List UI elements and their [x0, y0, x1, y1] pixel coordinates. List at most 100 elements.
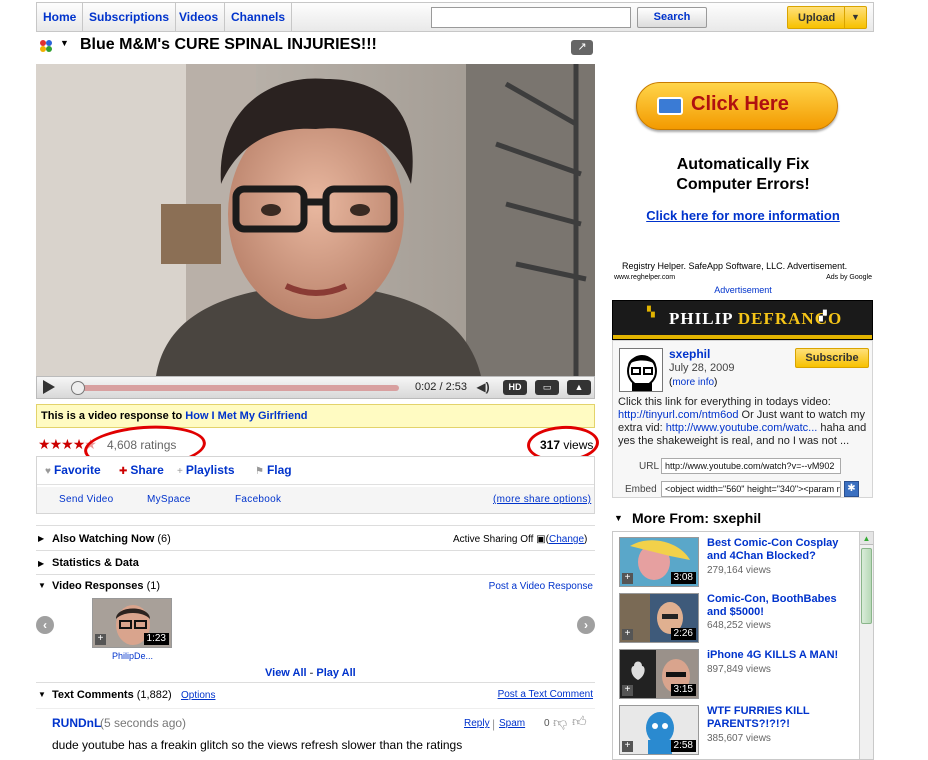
myspace-link[interactable]: MySpace: [147, 494, 191, 505]
spam-link[interactable]: Spam: [499, 718, 525, 729]
post-text-comment-link[interactable]: Post a Text Comment: [498, 689, 593, 700]
ad-more-info-link[interactable]: Click here for more information: [612, 208, 874, 223]
subscribe-button[interactable]: Subscribe: [795, 348, 869, 368]
response-link[interactable]: How I Met My Girlfriend: [185, 410, 307, 422]
star-icon[interactable]: ★: [61, 436, 74, 452]
add-to-quicklist-icon[interactable]: +: [622, 685, 633, 696]
expand-arrow-icon[interactable]: ▶: [38, 559, 44, 568]
scroll-up-icon[interactable]: ▲: [860, 532, 873, 545]
also-watching-section[interactable]: ▶ Also Watching Now (6) Active Sharing O…: [36, 525, 595, 550]
reply-link[interactable]: Reply: [464, 718, 490, 729]
playlists-tab[interactable]: + Playlists: [177, 463, 235, 477]
advertisement-label: Advertisement: [714, 285, 772, 295]
star-icon[interactable]: ★: [38, 436, 51, 452]
video-title-link[interactable]: Comic-Con, BoothBabes and $5000!: [707, 593, 852, 619]
video-title-link[interactable]: WTF FURRIES KILL PARENTS?!?!?!: [707, 705, 852, 731]
next-arrow-icon[interactable]: ›: [577, 616, 595, 634]
channel-username-link[interactable]: sxephil: [669, 347, 710, 361]
share-tab[interactable]: ✚ Share: [119, 463, 164, 477]
view-all-link[interactable]: View All: [265, 667, 307, 679]
video-player[interactable]: [36, 64, 595, 376]
comment-score: 0: [544, 718, 550, 729]
video-title-link[interactable]: iPhone 4G KILLS A MAN!: [707, 649, 852, 662]
scrollbar[interactable]: ▲: [859, 532, 873, 759]
nav-home[interactable]: Home: [37, 3, 84, 31]
description-link[interactable]: http://tinyurl.com/ntm6od: [618, 409, 738, 421]
video-thumbnail[interactable]: + 2:58: [619, 705, 699, 755]
list-item[interactable]: + 3:15 iPhone 4G KILLS A MAN! 897,849 vi…: [613, 646, 858, 702]
collapse-arrow-icon[interactable]: ▼: [38, 690, 46, 699]
nav-channels[interactable]: Channels: [225, 3, 293, 31]
search-button[interactable]: Search: [637, 7, 707, 28]
add-to-quicklist-icon[interactable]: +: [622, 741, 633, 752]
quicklist-icon[interactable]: [39, 39, 53, 53]
fullscreen-icon[interactable]: ▲: [567, 380, 591, 395]
description-link[interactable]: http://www.youtube.com/watc...: [666, 422, 818, 434]
flag-tab[interactable]: ⚑ Flag: [255, 463, 292, 477]
video-thumbnail[interactable]: + 3:08: [619, 537, 699, 587]
avatar[interactable]: [619, 348, 663, 392]
change-link[interactable]: Change: [549, 534, 584, 545]
ads-by-google[interactable]: Ads by Google: [826, 274, 872, 281]
chevron-down-icon[interactable]: ▼: [844, 7, 866, 28]
scrollbar-thumb[interactable]: [861, 548, 872, 624]
expand-arrow-icon[interactable]: ▶: [38, 534, 44, 543]
add-to-quicklist-icon[interactable]: +: [95, 634, 106, 645]
more-from-list: + 3:08 Best Comic-Con Cosplay and 4Chan …: [612, 531, 874, 760]
sidebar-ad[interactable]: Click Here Automatically Fix Computer Er…: [612, 64, 874, 298]
channel-banner[interactable]: ▚ PHILIP DEFRANCO ▞: [612, 300, 873, 340]
ad-headline-2: Computer Errors!: [676, 176, 810, 193]
star-icon[interactable]: ★: [50, 436, 63, 452]
caret-down-icon[interactable]: ▼: [60, 38, 69, 48]
more-share-options-link[interactable]: (more share options): [493, 494, 591, 505]
url-field[interactable]: http://www.youtube.com/watch?v=--vM902: [661, 458, 841, 474]
options-link[interactable]: Options: [181, 690, 215, 701]
collapse-arrow-icon[interactable]: ▼: [38, 581, 46, 590]
nav-subscriptions[interactable]: Subscriptions: [83, 3, 177, 31]
video-title-link[interactable]: Best Comic-Con Cosplay and 4Chan Blocked…: [707, 537, 852, 563]
add-to-quicklist-icon[interactable]: +: [622, 573, 633, 584]
thumbs-down-icon[interactable]: 👎︎: [553, 714, 567, 731]
gear-icon[interactable]: ✱: [844, 481, 859, 497]
favorite-tab[interactable]: ♥ Favorite: [45, 463, 101, 477]
play-all-link[interactable]: Play All: [316, 667, 355, 679]
post-video-response-link[interactable]: Post a Video Response: [489, 581, 593, 592]
embed-field[interactable]: <object width="560" height="340"><param …: [661, 481, 841, 497]
response-author-link[interactable]: PhilipDe...: [112, 651, 153, 661]
channel-info-box: sxephil July 28, 2009 (more info) Subscr…: [612, 340, 873, 498]
star-icon[interactable]: ★: [73, 436, 86, 452]
collapse-arrow-icon[interactable]: ▼: [614, 513, 623, 523]
popout-icon[interactable]: ↗: [571, 40, 593, 55]
video-thumbnail[interactable]: + 3:15: [619, 649, 699, 699]
more-info-wrap: (more info): [669, 377, 718, 388]
comment-author-link[interactable]: RUNDnL: [52, 716, 101, 730]
section-title: Also Watching Now (6): [52, 533, 171, 545]
send-video-link[interactable]: Send Video: [59, 494, 114, 505]
search-input[interactable]: [431, 7, 631, 28]
banner-name: PHILIP DEFRANCO: [669, 309, 843, 328]
wide-screen-icon[interactable]: ▭: [535, 380, 559, 395]
video-title: Blue M&M's CURE SPINAL INJURIES!!!: [80, 36, 377, 53]
hd-button[interactable]: HD: [503, 380, 527, 395]
click-here-button[interactable]: Click Here: [636, 82, 838, 130]
volume-icon[interactable]: ◀︎): [473, 380, 493, 395]
nav-videos[interactable]: Videos: [173, 3, 226, 31]
statistics-section[interactable]: ▶ Statistics & Data: [36, 550, 595, 574]
more-info-link[interactable]: more info: [672, 377, 714, 388]
list-item[interactable]: + 2:26 Comic-Con, BoothBabes and $5000! …: [613, 590, 858, 646]
ad-domain[interactable]: www.reghelper.com: [614, 274, 675, 281]
prev-arrow-icon[interactable]: ‹: [36, 616, 54, 634]
facebook-link[interactable]: Facebook: [235, 494, 281, 505]
response-notice: This is a video response to How I Met My…: [36, 404, 595, 428]
progress-bar[interactable]: [71, 381, 399, 395]
list-item[interactable]: + 3:08 Best Comic-Con Cosplay and 4Chan …: [613, 534, 858, 590]
progress-handle[interactable]: [71, 381, 85, 395]
play-icon[interactable]: [43, 380, 55, 394]
video-thumbnail[interactable]: + 2:26: [619, 593, 699, 643]
add-to-quicklist-icon[interactable]: +: [622, 629, 633, 640]
list-item[interactable]: + 2:58 WTF FURRIES KILL PARENTS?!?!?! 38…: [613, 702, 858, 758]
comment-text: dude youtube has a freakin glitch so the…: [52, 738, 463, 752]
video-response-thumbnail[interactable]: + 1:23: [92, 598, 172, 648]
thumbs-up-icon[interactable]: 👍︎: [572, 713, 587, 730]
upload-button[interactable]: Upload ▼: [787, 6, 867, 29]
